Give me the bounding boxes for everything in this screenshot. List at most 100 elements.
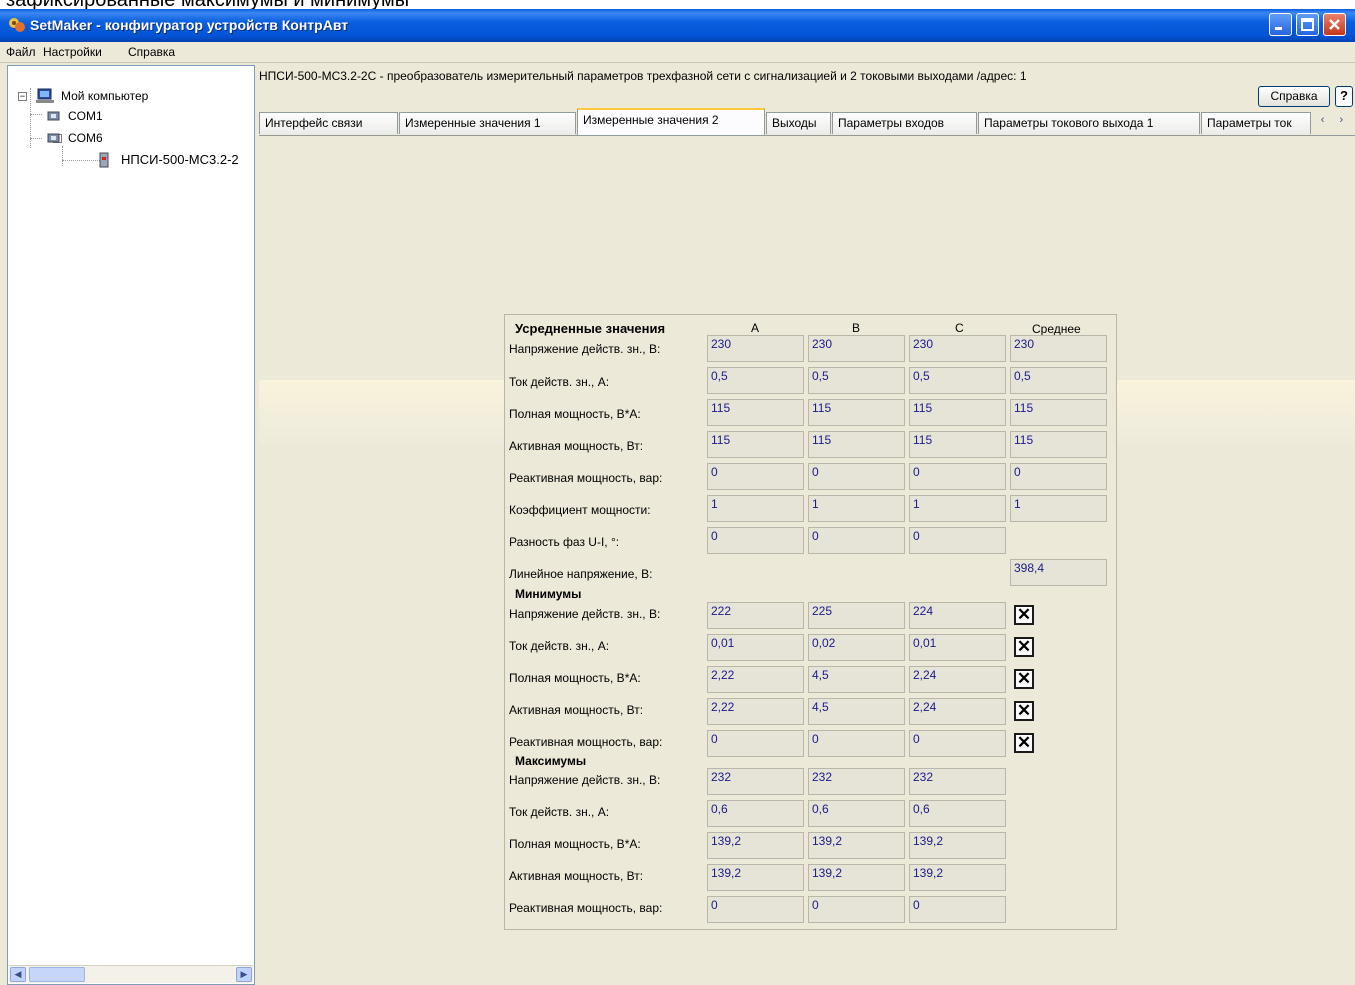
value-field[interactable]: 139,2 [707,864,804,891]
menu-help[interactable]: Справка [128,45,175,59]
value-field[interactable]: 115 [1010,399,1107,426]
value-field[interactable]: 230 [909,335,1006,362]
value-field[interactable]: 0,5 [1010,367,1107,394]
row-label: Ток действ. зн., А: [509,375,610,389]
device-panel: НПСИ-500-МС3.2-2С - преобразователь изме… [258,65,1355,985]
row-label: Реактивная мощность, вар: [509,471,663,485]
scroll-thumb[interactable] [29,967,85,982]
tab-scroll-arrows-icon[interactable]: ‹ › [1317,111,1353,131]
value-field[interactable]: 0 [808,527,905,554]
value-field[interactable]: 0 [1010,463,1107,490]
value-field[interactable]: 232 [909,768,1006,795]
collapse-icon[interactable]: − [18,92,27,101]
tab-outputs[interactable]: Выходы [766,112,831,134]
minimize-icon [1275,27,1282,30]
reset-min-button[interactable]: ✕ [1014,605,1034,625]
value-field[interactable]: 0 [707,527,804,554]
value-field[interactable]: 0,02 [808,634,905,661]
value-field[interactable]: 139,2 [707,832,804,859]
close-icon [1329,19,1340,30]
tree-horizontal-scrollbar[interactable]: ◀ ▶ [9,965,253,983]
reset-min-button[interactable]: ✕ [1014,701,1034,721]
value-field[interactable]: 4,5 [808,666,905,693]
values-grid: Усредненные значения A B C Среднее Напря… [504,314,1117,930]
value-field[interactable]: 2,22 [707,698,804,725]
value-field[interactable]: 225 [808,602,905,629]
scroll-left-icon[interactable]: ◀ [10,967,26,982]
value-field[interactable]: 115 [707,431,804,458]
value-field[interactable]: 115 [707,399,804,426]
value-field[interactable]: 230 [707,335,804,362]
value-field[interactable]: 0 [808,463,905,490]
column-header-average: Среднее [1032,322,1081,336]
menu-settings[interactable]: Настройки [43,45,102,59]
value-field[interactable]: 139,2 [808,832,905,859]
line-voltage-field[interactable]: 398,4 [1010,559,1107,586]
reset-min-button[interactable]: ✕ [1014,637,1034,657]
value-field[interactable]: 139,2 [909,832,1006,859]
value-field[interactable]: 0,01 [909,634,1006,661]
tab-current-output-1[interactable]: Параметры токового выхода 1 [978,112,1200,134]
help-button[interactable]: Справка [1258,86,1330,107]
tab-interface[interactable]: Интерфейс связи [259,112,398,134]
value-field[interactable]: 0,5 [707,367,804,394]
tree-connector [62,160,100,161]
value-field[interactable]: 224 [909,602,1006,629]
tab-measured-1[interactable]: Измеренные значения 1 [399,112,576,134]
tab-measured-2[interactable]: Измеренные значения 2 [577,108,765,135]
context-help-button[interactable]: ? [1335,86,1353,107]
value-field[interactable]: 0,5 [909,367,1006,394]
value-field[interactable]: 115 [909,431,1006,458]
reset-min-button[interactable]: ✕ [1014,669,1034,689]
tab-current-output-2[interactable]: Параметры ток [1201,112,1311,134]
tab-input-params[interactable]: Параметры входов [832,112,977,134]
row-label: Активная мощность, Вт: [509,439,644,453]
value-field[interactable]: 2,24 [909,666,1006,693]
value-field[interactable]: 115 [909,399,1006,426]
minimize-button[interactable] [1269,13,1292,36]
device-tree: − Мой компьютер COM1 − COM6 НПСИ-500-МС3… [7,65,255,985]
measured-values-panel: Усредненные значения A B C Среднее Напря… [259,135,1355,985]
app-icon [9,18,25,32]
value-field[interactable]: 0 [909,463,1006,490]
value-field[interactable]: 0 [707,730,804,757]
value-field[interactable]: 0 [808,896,905,923]
value-field[interactable]: 0,6 [808,800,905,827]
value-field[interactable]: 0 [909,896,1006,923]
value-field[interactable]: 2,24 [909,698,1006,725]
row-label: Активная мощность, Вт: [509,869,644,883]
reset-min-button[interactable]: ✕ [1014,733,1034,753]
value-field[interactable]: 230 [1010,335,1107,362]
scroll-right-icon[interactable]: ▶ [236,967,252,982]
value-field[interactable]: 0 [707,896,804,923]
value-field[interactable]: 115 [1010,431,1107,458]
value-field[interactable]: 0,6 [909,800,1006,827]
maximize-button[interactable] [1296,13,1319,36]
value-field[interactable]: 0,5 [808,367,905,394]
value-field[interactable]: 115 [808,431,905,458]
value-field[interactable]: 0 [808,730,905,757]
value-field[interactable]: 115 [808,399,905,426]
value-field[interactable]: 1 [909,495,1006,522]
value-field[interactable]: 1 [707,495,804,522]
value-field[interactable]: 230 [808,335,905,362]
value-field[interactable]: 2,22 [707,666,804,693]
value-field[interactable]: 0 [707,463,804,490]
value-field[interactable]: 0 [909,527,1006,554]
device-icon [99,152,109,168]
value-field[interactable]: 1 [808,495,905,522]
value-field[interactable]: 232 [707,768,804,795]
value-field[interactable]: 232 [808,768,905,795]
menu-file[interactable]: Файл [6,45,36,59]
value-field[interactable]: 139,2 [909,864,1006,891]
tree-label-device: НПСИ-500-МС3.2-2 [121,152,239,167]
title-bar[interactable]: SetMaker - конфигуратор устройств КонтрА… [0,9,1355,42]
value-field[interactable]: 222 [707,602,804,629]
value-field[interactable]: 139,2 [808,864,905,891]
value-field[interactable]: 0,01 [707,634,804,661]
value-field[interactable]: 0,6 [707,800,804,827]
value-field[interactable]: 4,5 [808,698,905,725]
close-button[interactable] [1323,13,1346,36]
value-field[interactable]: 0 [909,730,1006,757]
value-field[interactable]: 1 [1010,495,1107,522]
